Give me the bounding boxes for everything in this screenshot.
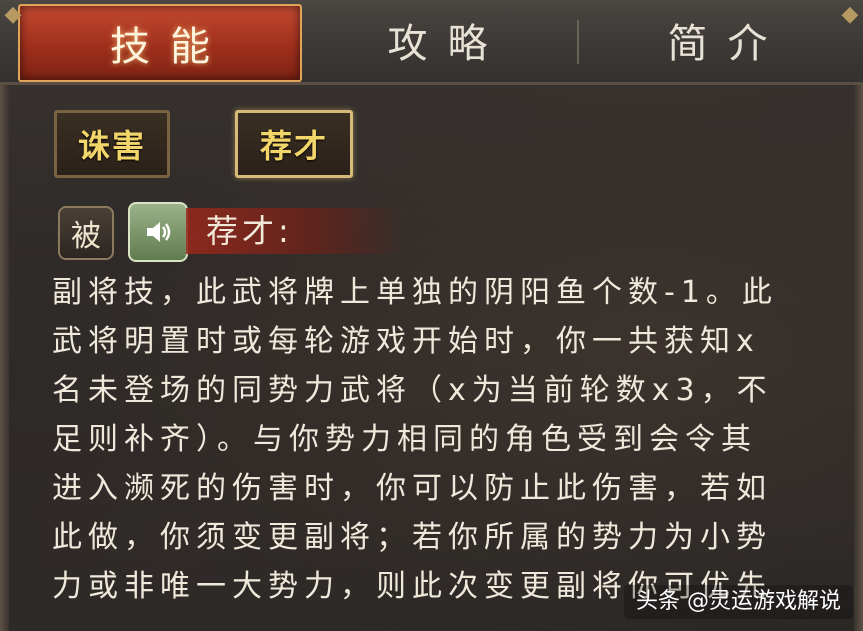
tab-skills-label: 技能 [110, 24, 230, 70]
skill-button-jiancai[interactable]: 荐才 [235, 110, 353, 178]
tab-strategy[interactable]: 攻略 [300, 0, 575, 79]
tab-intro-label: 简介 [667, 20, 788, 67]
tab-intro[interactable]: 简介 [580, 0, 855, 79]
panel-frame-left [0, 75, 9, 631]
skill-title: 荐才: [206, 212, 293, 250]
skill-description: 副将技，此武将牌上单独的阴阳鱼个数-1。此 武将明置时或每轮游戏开始时，你一共获… [52, 268, 842, 611]
skill-button-zhuhai-label: 诛害 [77, 127, 146, 165]
description-line: 足则补齐）。与你势力相同的角色受到会令其 [52, 422, 757, 457]
panel-frame-right [854, 75, 863, 631]
description-line: 名未登场的同势力武将（x为当前轮数x3，不 [52, 373, 773, 408]
tab-skills[interactable]: 技能 [18, 4, 302, 82]
tab-bar: 技能 攻略 简介 [0, 0, 863, 85]
skill-button-jiancai-label: 荐才 [259, 127, 328, 165]
tab-divider [577, 20, 579, 64]
voice-button[interactable] [128, 202, 188, 262]
passive-badge: 被 [58, 206, 114, 260]
tab-strategy-label: 攻略 [387, 20, 508, 67]
skill-panel: 技能 攻略 简介 ◆ ◆ 诛害 荐才 被 荐才: 副将技，此武将牌上单独的阴阳鱼… [0, 0, 863, 631]
description-line: 此做，你须变更副将；若你所属的势力为小势 [52, 520, 772, 555]
passive-badge-label: 被 [71, 219, 101, 254]
description-line: 进入濒死的伤害时，你可以防止此伤害，若如 [52, 471, 772, 506]
description-line: 副将技，此武将牌上单独的阴阳鱼个数-1。此 [52, 275, 778, 310]
skill-button-zhuhai[interactable]: 诛害 [54, 110, 170, 178]
corner-ornament-left-icon: ◆ [4, 2, 22, 27]
corner-ornament-right-icon: ◆ [841, 2, 859, 27]
watermark: 头条 @灵运游戏解说 [624, 585, 853, 619]
speaker-icon [147, 222, 171, 242]
description-line: 武将明置时或每轮游戏开始时，你一共获知x [52, 324, 760, 359]
